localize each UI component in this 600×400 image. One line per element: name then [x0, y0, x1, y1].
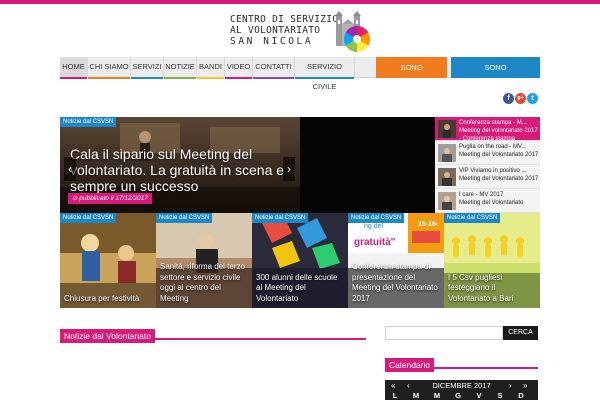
google-plus-icon[interactable]: g+	[515, 93, 526, 104]
playlist-item-text: I care - MV 2017 Meeting del Volontariato	[459, 191, 539, 207]
tile-image-text: gratuità"	[354, 237, 396, 248]
playlist-thumbnail	[438, 120, 456, 138]
playlist-item-title: Puglia on the road - MV...	[459, 144, 527, 150]
nav-chi-siamo-label: CHI SIAMO	[89, 62, 129, 71]
calendar-next-month-button[interactable]: ›	[509, 381, 512, 390]
sono-associazione-button[interactable]: SONO UN'ASSOCIAZIONE	[451, 57, 540, 93]
search-button[interactable]: CERCA	[503, 326, 538, 340]
news-tile[interactable]: Notizie dal CSVSN I 5 Csv pugliesi feste…	[444, 213, 540, 308]
tile-category-tag[interactable]: Notizie dal CSVSN	[156, 213, 213, 223]
news-tile[interactable]: ng del gratuità" 15-16- Notizie dal CSVS…	[348, 213, 444, 308]
search-input[interactable]	[385, 326, 503, 340]
nav-servizi-underline	[131, 77, 163, 79]
sono-volontario-button[interactable]: SONO VOLONTARIO	[376, 57, 447, 93]
nav-servizio-civile[interactable]: SERVIZIO CIVILE	[295, 57, 355, 91]
tile-category-tag[interactable]: Notizie dal CSVSN	[348, 213, 405, 223]
tile-title[interactable]: Sanità, riforma del terzo settore e serv…	[160, 262, 248, 304]
playlist-item-subtitle: Meeting del Volontariato	[459, 200, 524, 206]
calendar-next-year-button[interactable]: »	[523, 381, 527, 390]
nav-notizie-label: NOTIZIE	[165, 62, 195, 71]
nav-chi-siamo-underline	[88, 77, 130, 79]
nav-video[interactable]: VIDEO	[225, 57, 253, 79]
calendar-month-label: DICEMBRE 2017	[432, 381, 491, 390]
section-header: Notizie dal Volontariato	[60, 326, 366, 343]
nav-notizie-underline	[164, 77, 196, 79]
nav-home-underline	[60, 77, 87, 79]
calendar-weekday: M	[433, 391, 441, 400]
nav-home[interactable]: HOME	[60, 57, 88, 79]
playlist-item[interactable]: Puglia on the road - MV... Meeting del Vo…	[435, 141, 540, 165]
playlist-thumbnail	[438, 168, 456, 186]
playlist-item[interactable]: Conferenza stampa - M... Meeting del volo…	[435, 117, 540, 143]
playlist-item-subtitle: Meeting del Volontariato 2017	[459, 176, 539, 182]
slider-next-button[interactable]: ›	[283, 157, 295, 181]
playlist-item-text: Puglia on the road - MV... Meeting del Vo…	[459, 143, 539, 159]
playlist-thumbnail	[438, 192, 456, 210]
calendar-widget: « ‹ DICEMBRE 2017 › » L M M G V S D	[385, 380, 538, 400]
playlist-item-title: Conferenza stampa - M...	[459, 120, 527, 126]
logo-text: CENTRO DI SERVIZIO AL VOLONTARIATO SAN NIC…	[230, 14, 338, 47]
news-tile[interactable]: Notizie dal CSVSN Chiusura per festività	[60, 213, 156, 308]
calendar-title: Calendario	[385, 358, 435, 372]
nav-bandi[interactable]: BANDI	[197, 57, 225, 79]
playlist-item-text: VIP Viviamo in positivo ... Meeting del V…	[459, 167, 539, 183]
hero-published-date: ⊙ pubblicato il 17/12/2017	[68, 193, 152, 204]
nav-contatti-label: CONTATTI	[255, 62, 292, 71]
tile-category-tag[interactable]: Notizie dal CSVSN	[444, 213, 501, 223]
tile-category-tag[interactable]: Notizie dal CSVSN	[60, 213, 117, 223]
top-accent-bar	[0, 0, 600, 4]
playlist-item[interactable]: I care - MV 2017 Meeting del Volontariato	[435, 189, 540, 213]
slider-prev-button[interactable]: ‹	[64, 157, 76, 181]
playlist-item-subtitle: Meeting del Volontariato 2017	[459, 152, 539, 158]
nav-bandi-label: BANDI	[199, 62, 222, 71]
nav-video-label: VIDEO	[226, 62, 251, 71]
hero-category-tag[interactable]: Notizie dal CSVSN	[60, 117, 117, 127]
nav-servizio-civile-underline	[295, 77, 354, 79]
calendar-weekday: G	[455, 391, 461, 400]
nav-notizie[interactable]: NOTIZIE	[164, 57, 197, 79]
calendar-weekday: V	[476, 391, 482, 400]
nav-video-underline	[225, 77, 252, 79]
color-wheel-icon	[343, 25, 371, 53]
news-tile[interactable]: Notizie dal CSVSN 300 alunni delle scuol…	[252, 213, 348, 308]
hero-title[interactable]: Cala il sipario sul Meeting del volontar…	[70, 146, 298, 194]
playlist-item-text: Conferenza stampa - M... Meeting del volo…	[459, 119, 539, 143]
site-logo[interactable]: CENTRO DI SERVIZIO AL VOLONTARIATO SAN NIC…	[226, 8, 374, 54]
playlist-item-title: I care - MV 2017	[459, 192, 504, 198]
tile-image-text: ng del	[364, 223, 384, 230]
video-playlist: Conferenza stampa - M... Meeting del volo…	[435, 117, 540, 213]
tile-image-text: 15-16-	[418, 221, 439, 228]
video-player[interactable]	[300, 117, 435, 213]
logo-line-1: CENTRO DI SERVIZIO	[230, 14, 339, 25]
tile-title[interactable]: Chiusura per festività	[64, 294, 152, 305]
tile-title[interactable]: Conferenza stampa di presentazione del M…	[352, 262, 440, 304]
facebook-icon[interactable]: f	[503, 93, 514, 104]
tile-title[interactable]: I 5 Csv pugliesi festeggiano il Volontar…	[448, 273, 536, 305]
logo-line-2: AL VOLONTARIATO	[230, 25, 321, 36]
calendar-weekday: S	[497, 391, 503, 400]
calendar-prev-month-button[interactable]: ‹	[407, 381, 410, 390]
logo-line-3: SAN NICOLA	[230, 36, 314, 47]
calendar-header: Calendario	[385, 355, 538, 372]
tile-title[interactable]: 300 alunni delle scuole al Meeting del V…	[256, 273, 344, 305]
twitter-icon[interactable]: t	[527, 93, 538, 104]
section-title[interactable]: Notizie dal Volontariato	[60, 329, 155, 343]
nav-chi-siamo[interactable]: CHI SIAMO	[88, 57, 131, 79]
playlist-thumbnail	[438, 144, 456, 162]
calendar-prev-year-button[interactable]: «	[391, 381, 395, 390]
nav-servizi[interactable]: SERVIZI	[131, 57, 164, 79]
nav-contatti[interactable]: CONTATTI	[253, 57, 295, 79]
calendar-weekday: D	[518, 391, 524, 400]
tile-category-tag[interactable]: Notizie dal CSVSN	[252, 213, 309, 223]
news-tile[interactable]: Notizie dal CSVSN Sanità, riforma del te…	[156, 213, 252, 308]
nav-home-label: HOME	[62, 62, 85, 71]
playlist-item[interactable]: VIP Viviamo in positivo ... Meeting del V…	[435, 165, 540, 189]
playlist-item-title: VIP Viviamo in positivo ...	[459, 168, 527, 174]
main-nav: HOME CHI SIAMO SERVIZI NOTIZIE BANDI VID…	[60, 57, 540, 93]
nav-contatti-underline	[253, 77, 294, 79]
nav-servizi-label: SERVIZI	[132, 62, 162, 71]
nav-bandi-underline	[197, 77, 224, 79]
calendar-weekday: M	[412, 391, 420, 400]
calendar-weekday: L	[392, 391, 398, 400]
